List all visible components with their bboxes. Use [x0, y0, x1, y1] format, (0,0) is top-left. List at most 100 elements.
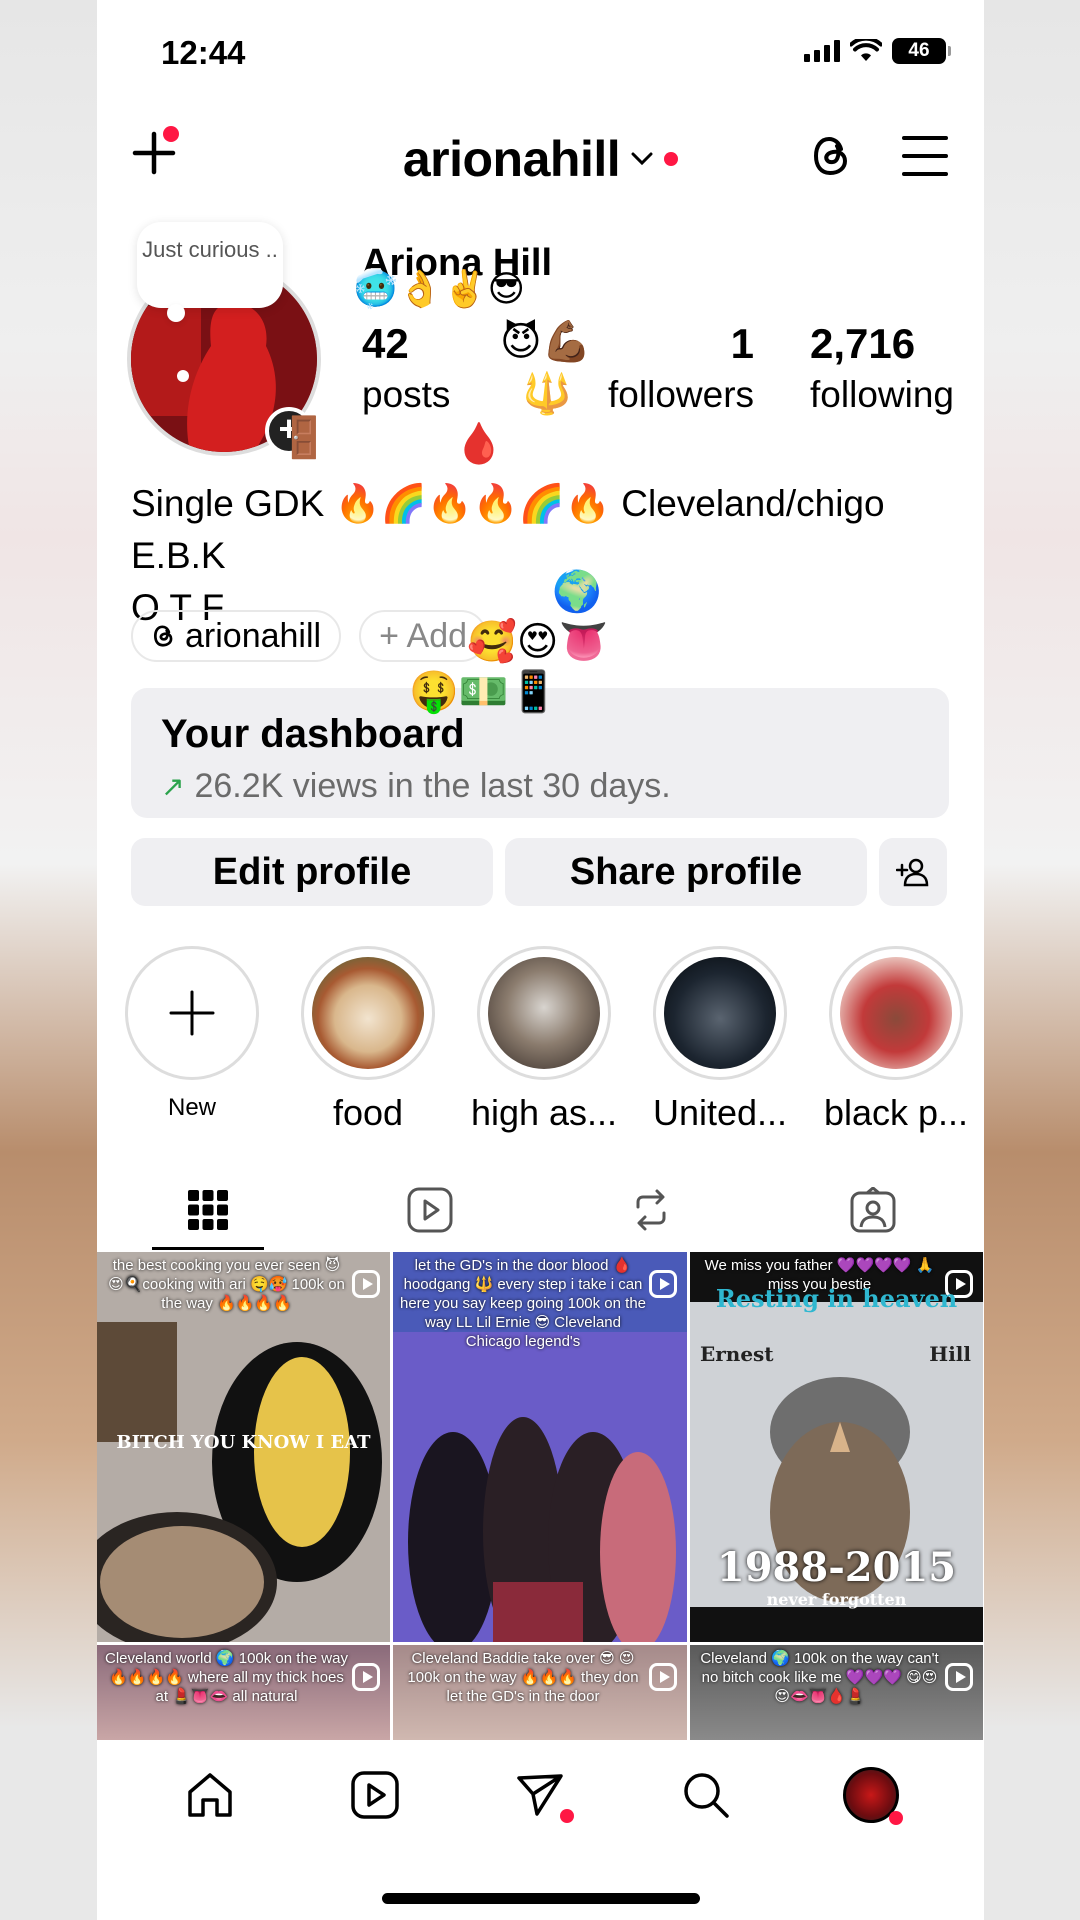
faces-emoji: 🥰😍👅 — [467, 620, 609, 664]
grid-icon — [187, 1190, 228, 1230]
status-icons: 46 — [804, 38, 951, 64]
bio-line-1: Single GDK 🔥🌈🔥🔥🌈🔥 Cleveland/chigo E.B.K — [131, 483, 885, 576]
highlight-label: high as... — [470, 1092, 618, 1133]
grid-post[interactable]: We miss you father 💜💜💜💜 🙏 miss you besti… — [690, 1252, 983, 1642]
posts-stat[interactable]: 42 posts — [362, 320, 498, 416]
menu-button[interactable] — [902, 136, 948, 176]
following-stat[interactable]: 2,716 following — [810, 320, 954, 416]
dashboard-title: Your dashboard — [161, 712, 465, 756]
tab-reels[interactable] — [319, 1170, 541, 1250]
share-profile-button[interactable]: Share profile — [505, 838, 867, 906]
memorial-heading: Resting in heaven — [715, 1284, 958, 1313]
nav-profile[interactable] — [841, 1765, 904, 1825]
grid-post[interactable]: Cleveland world 🌍 100k on the way 🔥🔥🔥🔥 w… — [97, 1645, 390, 1740]
threads-icon — [813, 136, 848, 176]
grid-post[interactable]: the best cooking you ever seen 😈 😍🍳cooki… — [97, 1252, 390, 1642]
highlight-label: food — [332, 1092, 404, 1133]
tab-posts-grid[interactable] — [97, 1170, 319, 1250]
nav-home[interactable] — [180, 1765, 240, 1825]
highlight-ring — [829, 946, 963, 1080]
reels-icon — [351, 1771, 399, 1819]
reel-icon — [649, 1663, 677, 1691]
trident-emoji: 🔱 — [522, 372, 572, 416]
tab-reposts[interactable] — [541, 1170, 763, 1250]
highlight-high[interactable]: high as... — [471, 946, 617, 1134]
memorial-last-name: Hill — [929, 1342, 971, 1366]
highlight-food[interactable]: food — [301, 946, 435, 1134]
search-icon — [684, 1773, 729, 1818]
money-emoji: 🤑💵📱 — [409, 670, 559, 714]
add-person-icon — [896, 858, 929, 887]
posts-grid: the best cooking you ever seen 😈 😍🍳cooki… — [97, 1252, 984, 1740]
highlight-united[interactable]: United... — [653, 946, 787, 1134]
story-highlights: New food high as... United... black p... — [125, 946, 968, 1134]
edit-profile-button[interactable]: Edit profile — [131, 838, 493, 906]
highlight-new[interactable]: New — [125, 946, 259, 1134]
highlight-label: New — [167, 1094, 216, 1121]
status-time: 12:44 — [161, 34, 246, 71]
hamburger-line — [902, 154, 948, 158]
posts-count: 42 — [362, 320, 409, 367]
discover-people-button[interactable] — [879, 838, 947, 906]
cellular-signal-icon — [804, 40, 840, 62]
post-overlay-text: BITCH YOU KNOW I EAT — [116, 1432, 371, 1453]
status-bar: 12:44 46 — [97, 0, 984, 105]
highlight-ring — [301, 946, 435, 1080]
repost-icon — [636, 1189, 666, 1231]
add-link-label: + Add — [379, 616, 468, 655]
nav-messages[interactable] — [510, 1765, 575, 1825]
profile-stats: 42 posts 1 followers 2,716 following — [362, 320, 954, 416]
threads-chip[interactable]: arionahill — [131, 610, 342, 662]
grid-post[interactable]: Cleveland Baddie take over 😎 😍100k on th… — [393, 1645, 687, 1740]
profile-notification-dot — [889, 1811, 904, 1825]
post-caption: Cleveland 🌍 100k on the way can't no bit… — [700, 1650, 939, 1705]
nav-search[interactable] — [676, 1765, 736, 1825]
messages-notification-dot — [560, 1809, 575, 1823]
post-caption: let the GD's in the door blood 🩸 hoodgan… — [399, 1257, 646, 1350]
post-caption: Cleveland world 🌍 100k on the way 🔥🔥🔥🔥 w… — [105, 1650, 348, 1705]
hamburger-line — [902, 172, 948, 176]
blood-drop-emoji: 🩸 — [454, 422, 504, 466]
trend-up-icon: ↗ — [161, 771, 185, 802]
name-emojis: 🥶👌✌️😎 — [353, 268, 526, 309]
home-indicator[interactable] — [382, 1893, 700, 1904]
highlight-cover — [488, 957, 600, 1069]
door-emoji: 🚪 — [279, 416, 329, 460]
wifi-icon — [850, 39, 882, 61]
username: arionahill — [402, 131, 621, 187]
grid-post[interactable]: let the GD's in the door blood 🩸 hoodgan… — [393, 1252, 687, 1642]
post-caption: Cleveland Baddie take over 😎 😍100k on th… — [407, 1650, 639, 1705]
highlight-cover — [312, 957, 424, 1069]
highlight-label: United... — [652, 1092, 788, 1133]
profile-tabs — [97, 1170, 984, 1250]
threads-button[interactable] — [808, 132, 858, 182]
backdrop-left — [0, 0, 97, 1920]
chevron-down-icon — [631, 152, 653, 166]
highlight-ring — [477, 946, 611, 1080]
threads-handle: arionahill — [185, 616, 322, 655]
grid-post[interactable]: Cleveland 🌍 100k on the way can't no bit… — [690, 1645, 983, 1740]
highlight-ring — [653, 946, 787, 1080]
tab-tagged[interactable] — [762, 1170, 984, 1250]
reel-icon — [352, 1663, 380, 1691]
highlight-cover — [664, 957, 776, 1069]
reel-icon — [945, 1663, 973, 1691]
profile-note[interactable]: Just curious .. — [137, 222, 283, 322]
tagged-icon — [850, 1187, 896, 1233]
highlight-cover — [840, 957, 952, 1069]
home-icon — [187, 1773, 232, 1817]
globe-emoji: 🌍 — [552, 570, 602, 614]
reels-icon — [407, 1187, 453, 1233]
nav-reels[interactable] — [345, 1765, 405, 1825]
battery-icon: 46 — [892, 38, 951, 64]
followers-label: followers — [608, 374, 755, 415]
memorial-footer: never forgotten — [766, 1590, 907, 1609]
highlight-black[interactable]: black p... — [824, 946, 968, 1134]
hamburger-line — [902, 136, 948, 140]
instagram-profile-screen: 12:44 46 arionahill + Just curious .. 🚪 … — [97, 0, 984, 1920]
devil-emoji: 😈💪🏾 — [500, 320, 592, 364]
profile-actions: Edit profile Share profile — [131, 838, 949, 906]
reel-icon — [649, 1270, 677, 1298]
posts-label: posts — [362, 374, 451, 415]
highlight-label: black p... — [823, 1092, 969, 1133]
